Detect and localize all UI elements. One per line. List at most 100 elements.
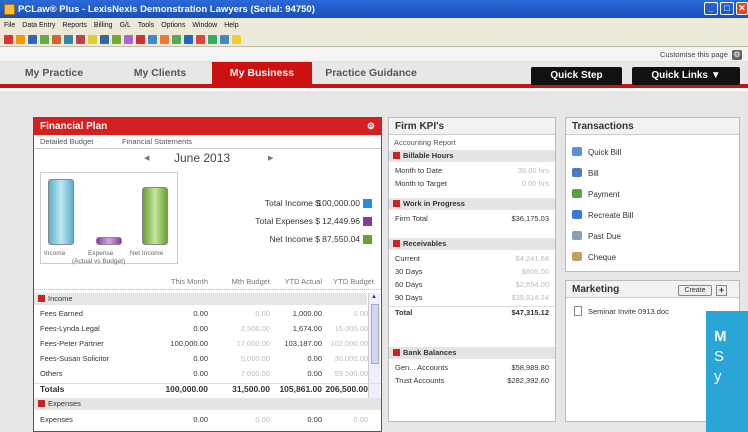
toolbar-tool-icon[interactable] bbox=[64, 34, 73, 44]
settings-icon[interactable]: ⚙ bbox=[367, 118, 375, 135]
tab-my-clients[interactable]: My Clients bbox=[108, 62, 212, 84]
toolbar-tool-icon[interactable] bbox=[88, 34, 97, 44]
add-icon[interactable]: + bbox=[716, 285, 727, 296]
table-row: Fees-Lynda Legal 0.00 2,500.00 1,674.00 … bbox=[34, 323, 381, 334]
payment-link[interactable]: Payment bbox=[572, 189, 620, 199]
menu-file[interactable]: File bbox=[4, 22, 15, 29]
menu-options[interactable]: Options bbox=[161, 22, 185, 29]
prev-month-arrow-icon[interactable]: ◀ bbox=[144, 154, 149, 162]
row-this-month: 100,000.00 bbox=[170, 339, 208, 348]
receivables-label: Receivables bbox=[403, 239, 447, 248]
toolbar-tool-icon[interactable] bbox=[232, 34, 241, 44]
income-section-header[interactable]: Income bbox=[34, 293, 367, 305]
toolbar-tool-icon[interactable] bbox=[184, 34, 193, 44]
accounting-report-link[interactable]: Accounting Report bbox=[394, 138, 456, 147]
kpi-row: 90 Days $39,814.24 bbox=[389, 292, 555, 303]
menu-gl[interactable]: G/L bbox=[120, 22, 131, 29]
collapse-icon[interactable] bbox=[393, 349, 400, 356]
expenses-section-header[interactable]: Expenses bbox=[34, 398, 381, 410]
col-header-this-month: This Month bbox=[170, 277, 208, 286]
divider bbox=[34, 289, 381, 290]
collapse-icon[interactable] bbox=[38, 295, 45, 302]
row-name: Expenses bbox=[40, 415, 73, 424]
menu-billing[interactable]: Billing bbox=[94, 22, 113, 29]
toolbar-tool-icon[interactable] bbox=[4, 34, 13, 44]
toolbar-tool-icon[interactable] bbox=[112, 34, 121, 44]
customise-link[interactable]: Customise this page bbox=[660, 50, 728, 59]
next-month-arrow-icon[interactable]: ▶ bbox=[268, 154, 273, 162]
bill-label: Bill bbox=[588, 169, 599, 178]
bill-link[interactable]: Bill bbox=[572, 168, 599, 178]
toolbar-tool-icon[interactable] bbox=[160, 34, 169, 44]
toolbar-tool-icon[interactable] bbox=[196, 34, 205, 44]
menu-reports[interactable]: Reports bbox=[62, 22, 87, 29]
tab-practice-guidance[interactable]: Practice Guidance bbox=[312, 62, 430, 84]
collapse-icon[interactable] bbox=[38, 400, 45, 407]
toolbar-tool-icon[interactable] bbox=[220, 34, 229, 44]
toolbar-tool-icon[interactable] bbox=[172, 34, 181, 44]
toolbar-tool-icon[interactable] bbox=[76, 34, 85, 44]
kpi-row: Gen... Accounts $58,989.80 bbox=[389, 362, 555, 373]
toolbar-tool-icon[interactable] bbox=[208, 34, 217, 44]
table-row: Fees-Susan Solicitor 0.00 5,000.00 0.00 … bbox=[34, 353, 381, 364]
past-due-link[interactable]: Past Due bbox=[572, 231, 621, 241]
receivables-header: Receivables bbox=[389, 238, 555, 250]
past-due-label: Past Due bbox=[588, 232, 621, 241]
menu-help[interactable]: Help bbox=[224, 22, 238, 29]
collapse-icon[interactable] bbox=[393, 200, 400, 207]
minimize-button[interactable]: _ bbox=[704, 2, 718, 15]
create-button[interactable]: Create bbox=[678, 285, 712, 296]
table-row: Fees-Peter Partner 100,000.00 17,000.00 … bbox=[34, 338, 381, 349]
past-due-icon bbox=[572, 231, 582, 240]
kpi-row-label: Trust Accounts bbox=[395, 376, 445, 385]
cheque-link[interactable]: Cheque bbox=[572, 252, 616, 262]
wip-label: Work in Progress bbox=[403, 199, 465, 208]
toolbar-tool-icon[interactable] bbox=[100, 34, 109, 44]
kpi-row: Trust Accounts $282,392.60 bbox=[389, 375, 555, 386]
kpi-row-label: Month to Target bbox=[395, 179, 447, 188]
toolbar-tool-icon[interactable] bbox=[148, 34, 157, 44]
financial-statements-tab[interactable]: Financial Statements bbox=[122, 137, 192, 146]
tab-my-practice[interactable]: My Practice bbox=[0, 62, 108, 84]
menu-tools[interactable]: Tools bbox=[138, 22, 154, 29]
expenses-info-icon[interactable] bbox=[363, 217, 372, 226]
menu-data-entry[interactable]: Data Entry bbox=[22, 22, 55, 29]
recreate-bill-link[interactable]: Recreate Bill bbox=[572, 210, 633, 220]
kpi-row: Firm Total $36,175.03 bbox=[389, 213, 555, 224]
customise-bar: Customise this page ⚙ bbox=[0, 47, 748, 62]
window-title: PCLaw® Plus - LexisNexis Demonstration L… bbox=[18, 3, 315, 15]
receivables-total-value: $47,315.12 bbox=[511, 308, 549, 317]
toolbar-tool-icon[interactable] bbox=[40, 34, 49, 44]
maximize-button[interactable]: □ bbox=[720, 2, 734, 15]
toolbar-tool-icon[interactable] bbox=[16, 34, 25, 44]
financial-plan-header: Financial Plan ⚙ bbox=[34, 118, 381, 135]
title-bar: PCLaw® Plus - LexisNexis Demonstration L… bbox=[0, 0, 748, 18]
detailed-budget-tab[interactable]: Detailed Budget bbox=[40, 137, 93, 146]
menu-bar: File Data Entry Reports Billing G/L Tool… bbox=[0, 18, 748, 32]
financial-plan-panel: Financial Plan ⚙ Detailed Budget Financi… bbox=[33, 117, 382, 432]
collapse-icon[interactable] bbox=[393, 240, 400, 247]
total-expenses-label: Total Expenses $ bbox=[255, 216, 320, 226]
income-info-icon[interactable] bbox=[363, 199, 372, 208]
toolbar-tool-icon[interactable] bbox=[28, 34, 37, 44]
toolbar-tool-icon[interactable] bbox=[124, 34, 133, 44]
quick-step-button[interactable]: Quick Step bbox=[531, 67, 622, 85]
net-income-info-icon[interactable] bbox=[363, 235, 372, 244]
net-income-label: Net Income $ bbox=[269, 234, 320, 244]
scroll-up-icon[interactable]: ▲ bbox=[371, 294, 377, 300]
quick-bill-link[interactable]: Quick Bill bbox=[572, 147, 621, 157]
close-button[interactable]: ✕ bbox=[736, 2, 748, 15]
totals-this-month: 100,000.00 bbox=[165, 384, 208, 394]
table-column-headers: This Month Mth Budget YTD Actual YTD Bud… bbox=[34, 276, 381, 287]
toolbar-tool-icon[interactable] bbox=[136, 34, 145, 44]
marketing-doc-link[interactable]: Seminar Invite 0913.doc bbox=[588, 307, 669, 316]
menu-window[interactable]: Window bbox=[192, 22, 217, 29]
tab-my-business[interactable]: My Business bbox=[212, 62, 312, 84]
divider bbox=[34, 148, 381, 149]
quick-links-button[interactable]: Quick Links ▼ bbox=[632, 67, 740, 85]
collapse-icon[interactable] bbox=[393, 152, 400, 159]
bar-sub-label: (Actual vs Budget) bbox=[72, 258, 126, 265]
gear-icon[interactable]: ⚙ bbox=[732, 50, 742, 61]
promo-overlay[interactable]: M S y bbox=[706, 311, 748, 432]
toolbar-tool-icon[interactable] bbox=[52, 34, 61, 44]
